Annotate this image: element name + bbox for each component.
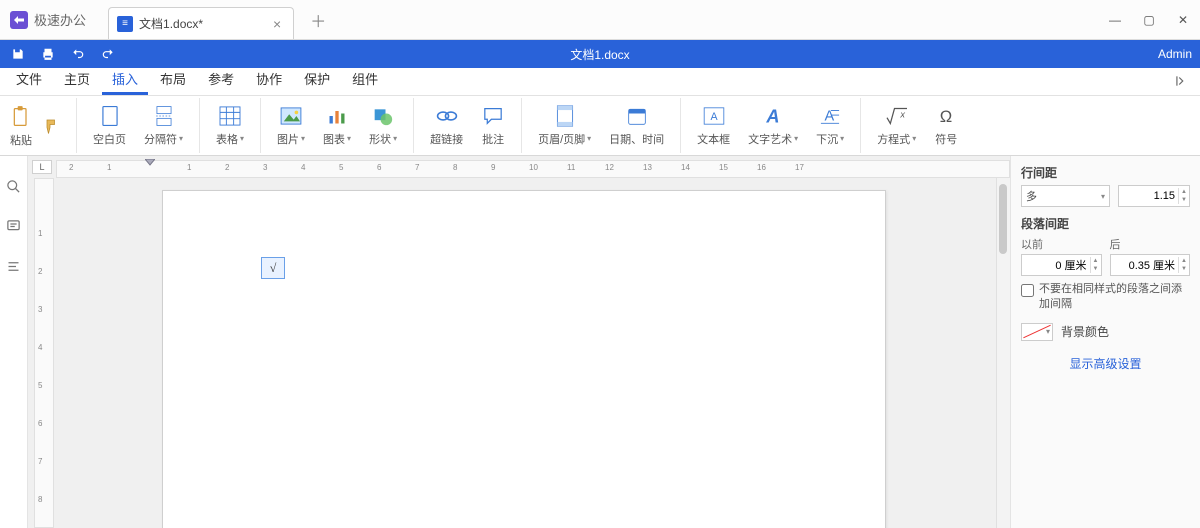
print-button[interactable]	[36, 43, 60, 65]
clipboard-group: 粘贴	[6, 98, 77, 153]
comments-pane-button[interactable]	[4, 216, 24, 236]
format-painter-button[interactable]	[40, 113, 66, 139]
titlebar: 极速办公 ≡ 文档1.docx* × ＋ — ▢ ✕	[0, 0, 1200, 40]
spacing-after-label: 后	[1110, 236, 1191, 252]
headings-pane-button[interactable]	[4, 256, 24, 276]
svg-text:x: x	[899, 109, 905, 119]
paragraph-properties-panel: 行间距 多▾ ▲▼ 段落间距 以前 ▲▼	[1010, 156, 1200, 528]
ribbon-tab-protect[interactable]: 保护	[294, 65, 340, 95]
background-color-picker[interactable]: ▾	[1021, 323, 1053, 341]
picture-button[interactable]: 图片▾	[271, 103, 311, 149]
redo-button[interactable]	[96, 43, 120, 65]
ribbon-tab-references[interactable]: 参考	[198, 65, 244, 95]
maximize-button[interactable]: ▢	[1132, 0, 1166, 40]
spacing-after-input[interactable]: ▲▼	[1110, 254, 1191, 276]
picture-icon	[279, 105, 303, 127]
line-spacing-type-select[interactable]: 多▾	[1021, 185, 1110, 207]
undo-button[interactable]	[66, 43, 90, 65]
find-button[interactable]	[4, 176, 24, 196]
blank-page-icon	[98, 105, 122, 127]
document-page[interactable]: √	[162, 190, 886, 528]
symbol-icon: Ω	[934, 105, 958, 127]
horizontal-ruler[interactable]: 2 1 1 2 3 4 5 6 7 8 9 10 11 12 13 14 15 …	[56, 160, 1010, 178]
tab-title: 文档1.docx*	[139, 15, 263, 32]
paragraph-spacing-label: 段落间距	[1021, 215, 1190, 232]
wordart-icon: A	[761, 105, 785, 127]
spacing-before-input[interactable]: ▲▼	[1021, 254, 1102, 276]
collapse-ribbon-button[interactable]	[1168, 70, 1194, 95]
blank-page-button[interactable]: 空白页	[87, 103, 132, 149]
left-sidebar	[0, 156, 28, 528]
doc-type-icon: ≡	[117, 16, 133, 32]
table-button[interactable]: 表格▾	[210, 103, 250, 149]
vertical-ruler[interactable]: 1 2 3 4 5 6 7 8	[34, 178, 54, 528]
quick-access-toolbar: 文档1.docx Admin	[0, 40, 1200, 68]
date-time-button[interactable]: 日期、时间	[603, 103, 670, 149]
indent-marker-icon[interactable]	[145, 159, 155, 169]
editing-area: L 2 1 1 2 3 4 5 6 7 8 9 10 11 12 13 14 1…	[28, 156, 1010, 528]
app-name: 极速办公	[34, 10, 86, 29]
no-spacing-same-style-checkbox[interactable]: 不要在相同样式的段落之间添加间隔	[1021, 282, 1190, 313]
page-break-icon	[152, 105, 176, 127]
paste-icon	[10, 104, 32, 130]
svg-text:A: A	[766, 106, 780, 126]
vertical-scrollbar[interactable]	[996, 178, 1010, 528]
line-spacing-label: 行间距	[1021, 164, 1190, 181]
save-button[interactable]	[6, 43, 30, 65]
workspace: L 2 1 1 2 3 4 5 6 7 8 9 10 11 12 13 14 1…	[0, 156, 1200, 528]
symbol-button[interactable]: Ω 符号	[928, 103, 964, 149]
date-time-icon	[625, 105, 649, 127]
page-canvas[interactable]: √	[54, 178, 996, 528]
paste-button[interactable]: 粘贴	[6, 102, 36, 150]
hyperlink-button[interactable]: 超链接	[424, 103, 469, 149]
line-spacing-value-input[interactable]: ▲▼	[1118, 185, 1190, 207]
equation-placeholder[interactable]: √	[261, 257, 285, 279]
comment-icon	[481, 105, 505, 127]
equation-button[interactable]: x 方程式▾	[871, 103, 922, 149]
textbox-icon: A	[702, 105, 726, 127]
header-footer-icon	[553, 105, 577, 127]
ribbon-tab-layout[interactable]: 布局	[150, 65, 196, 95]
app-brand: 极速办公	[0, 10, 96, 29]
ribbon-tab-insert[interactable]: 插入	[102, 65, 148, 95]
window-controls: — ▢ ✕	[1098, 0, 1200, 40]
close-window-button[interactable]: ✕	[1166, 0, 1200, 40]
ribbon-tab-file[interactable]: 文件	[6, 65, 52, 95]
page-break-button[interactable]: 分隔符▾	[138, 103, 189, 149]
hyperlink-icon	[435, 105, 459, 127]
user-name[interactable]: Admin	[1158, 47, 1192, 61]
new-tab-button[interactable]: ＋	[304, 2, 332, 38]
app-logo-icon	[10, 11, 28, 29]
ribbon-panel: 粘贴 空白页 分隔符▾ 表格▾ 图片▾ 图表▾	[0, 96, 1200, 156]
shape-button[interactable]: 形状▾	[363, 103, 403, 149]
minimize-button[interactable]: —	[1098, 0, 1132, 40]
table-icon	[218, 105, 242, 127]
ruler-corner: L	[32, 160, 52, 174]
chart-icon	[325, 105, 349, 127]
dropcap-icon: A	[818, 105, 842, 127]
ribbon-tab-collaboration[interactable]: 协作	[246, 65, 292, 95]
ribbon-tab-addins[interactable]: 组件	[342, 65, 388, 95]
ribbon-tab-home[interactable]: 主页	[54, 65, 100, 95]
header-footer-button[interactable]: 页眉/页脚▾	[532, 103, 597, 149]
scroll-thumb[interactable]	[999, 184, 1007, 254]
document-tab[interactable]: ≡ 文档1.docx* ×	[108, 7, 294, 39]
wordart-button[interactable]: A 文字艺术▾	[742, 103, 804, 149]
dropcap-button[interactable]: A 下沉▾	[810, 103, 850, 149]
chart-button[interactable]: 图表▾	[317, 103, 357, 149]
svg-text:A: A	[710, 111, 718, 123]
shape-icon	[371, 105, 395, 127]
ribbon-tabs: 文件 主页 插入 布局 参考 协作 保护 组件	[0, 68, 1200, 96]
close-tab-button[interactable]: ×	[269, 16, 285, 32]
comment-button[interactable]: 批注	[475, 103, 511, 149]
equation-icon: x	[885, 105, 909, 127]
document-title: 文档1.docx	[570, 46, 629, 63]
svg-text:Ω: Ω	[940, 106, 952, 125]
show-advanced-settings-link[interactable]: 显示高级设置	[1021, 355, 1190, 372]
textbox-button[interactable]: A 文本框	[691, 103, 736, 149]
spacing-before-label: 以前	[1021, 236, 1102, 252]
background-color-label: 背景颜色	[1061, 323, 1109, 340]
